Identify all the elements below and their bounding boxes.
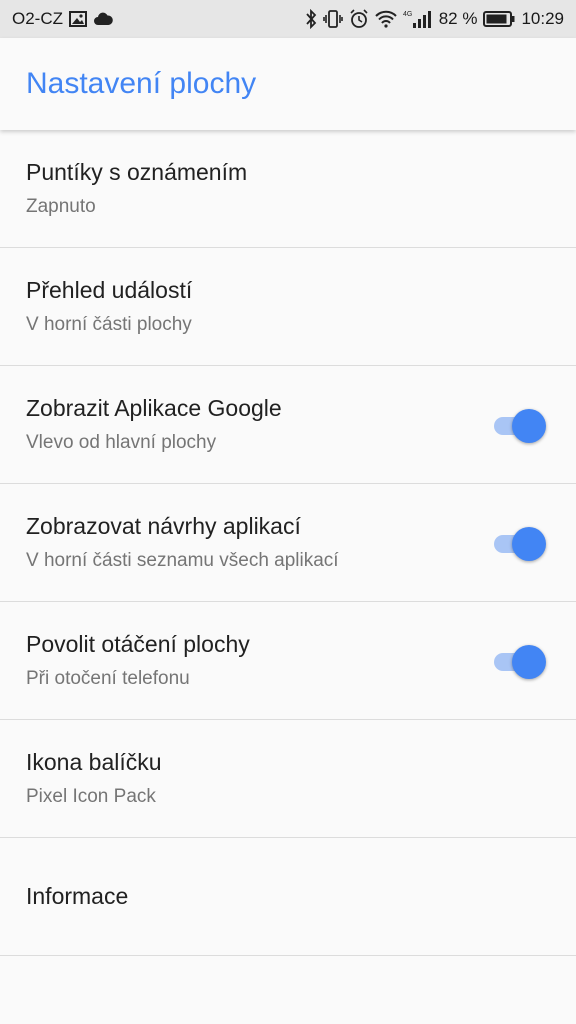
setting-events-overview[interactable]: Přehled událostí V horní části plochy: [0, 248, 576, 366]
setting-title: Povolit otáčení plochy: [26, 631, 250, 657]
toggle-thumb: [512, 408, 546, 443]
image-icon: [69, 10, 87, 28]
app-bar: Nastavení plochy: [0, 38, 576, 130]
carrier-label: O2-CZ: [12, 9, 63, 28]
battery-percent: 82 %: [438, 9, 478, 28]
google-app-toggle[interactable]: [494, 408, 546, 443]
setting-title: Puntíky s oznámením: [26, 159, 248, 185]
vibrate-icon: [322, 10, 343, 28]
setting-title: Informace: [26, 883, 129, 909]
setting-subtitle: Vlevo od hlavní plochy: [26, 432, 217, 453]
network-badge: 4G: [403, 11, 412, 18]
setting-about[interactable]: Informace: [0, 838, 576, 956]
setting-title: Zobrazovat návrhy aplikací: [26, 513, 301, 539]
setting-title: Zobrazit Aplikace Google: [26, 395, 282, 421]
setting-subtitle: V horní části plochy: [26, 314, 192, 335]
toggle-thumb: [512, 526, 546, 561]
setting-notification-dots[interactable]: Puntíky s oznámením Zapnuto: [0, 130, 576, 248]
signal-icon: 4G: [403, 9, 433, 29]
alarm-icon: [349, 9, 369, 29]
setting-subtitle: V horní části seznamu všech aplikací: [26, 550, 339, 571]
setting-title: Přehled událostí: [26, 277, 193, 303]
status-bar: O2-CZ 4G 82 % 10:29: [0, 0, 576, 38]
toggle-thumb: [512, 644, 546, 679]
setting-subtitle: Pixel Icon Pack: [26, 786, 156, 807]
battery-icon: [483, 11, 515, 27]
page-title: Nastavení plochy: [26, 67, 257, 100]
setting-title: Ikona balíčku: [26, 749, 162, 775]
wifi-icon: [374, 10, 397, 28]
bluetooth-icon: [305, 9, 317, 29]
settings-list: Puntíky s oznámením Zapnuto Přehled udál…: [0, 130, 576, 956]
app-suggestions-toggle[interactable]: [494, 526, 546, 561]
setting-icon-pack[interactable]: Ikona balíčku Pixel Icon Pack: [0, 720, 576, 838]
setting-subtitle: Při otočení telefonu: [26, 668, 190, 689]
setting-show-google-app[interactable]: Zobrazit Aplikace Google Vlevo od hlavní…: [0, 366, 576, 484]
rotation-toggle[interactable]: [494, 644, 546, 679]
clock: 10:29: [521, 9, 564, 28]
cloud-icon: [93, 12, 113, 26]
setting-allow-rotation[interactable]: Povolit otáčení plochy Při otočení telef…: [0, 602, 576, 720]
setting-subtitle: Zapnuto: [26, 196, 96, 217]
setting-app-suggestions[interactable]: Zobrazovat návrhy aplikací V horní části…: [0, 484, 576, 602]
